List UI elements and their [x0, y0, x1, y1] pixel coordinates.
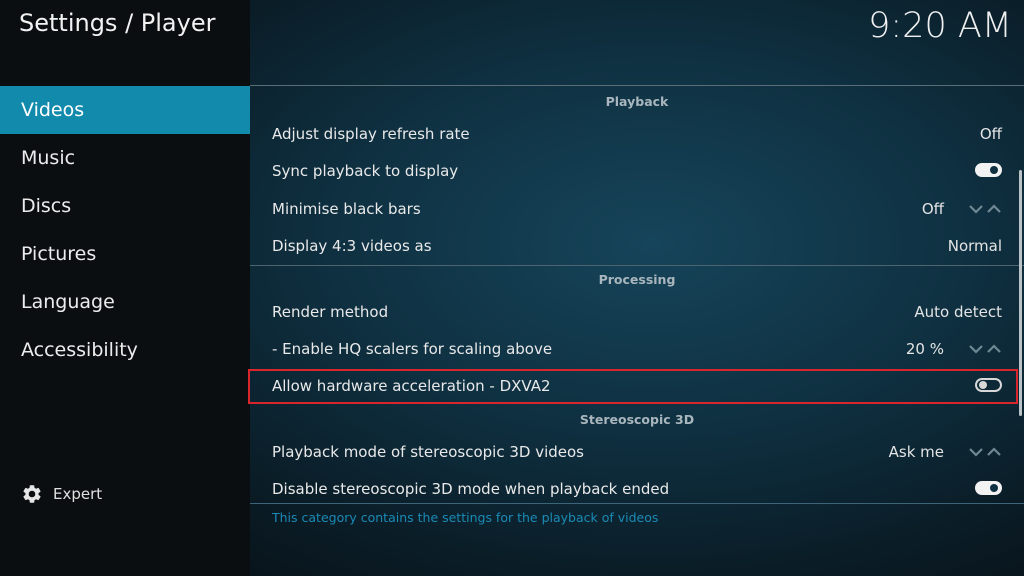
- section-header-stereoscopic: Stereoscopic 3D: [579, 412, 695, 427]
- setting-label: Minimise black bars: [272, 200, 421, 218]
- category-description: This category contains the settings for …: [272, 510, 659, 525]
- spinner-arrows-icon[interactable]: [968, 342, 1002, 356]
- sidebar-item-pictures[interactable]: Pictures: [0, 230, 250, 278]
- setting-display-43[interactable]: Display 4:3 videos as Normal: [250, 228, 1024, 264]
- setting-adjust-refresh-rate[interactable]: Adjust display refresh rate Off: [250, 116, 1024, 152]
- setting-hq-scalers[interactable]: - Enable HQ scalers for scaling above 20…: [250, 331, 1024, 367]
- setting-label: Render method: [272, 303, 389, 321]
- sidebar-nav: Videos Music Discs Pictures Language Acc…: [0, 86, 250, 374]
- sidebar-item-music[interactable]: Music: [0, 134, 250, 182]
- settings-level-label: Expert: [53, 485, 103, 503]
- setting-value: Off: [979, 125, 1002, 143]
- spinner-arrows-icon[interactable]: [968, 202, 1002, 216]
- setting-value: Ask me: [888, 443, 944, 461]
- setting-sync-playback[interactable]: Sync playback to display: [250, 153, 1024, 189]
- section-header-processing: Processing: [598, 272, 676, 287]
- highlight-box: [248, 369, 1018, 404]
- setting-label: Adjust display refresh rate: [272, 125, 470, 143]
- setting-label: Playback mode of stereoscopic 3D videos: [272, 443, 584, 461]
- gear-icon: [23, 485, 41, 503]
- toggle-knob: [990, 484, 998, 492]
- section-header-playback: Playback: [605, 94, 669, 109]
- setting-value: Normal: [947, 237, 1002, 255]
- settings-level-button[interactable]: Expert: [21, 481, 102, 507]
- setting-value: Off: [921, 200, 944, 218]
- setting-label: Sync playback to display: [272, 162, 459, 180]
- setting-render-method[interactable]: Render method Auto detect: [250, 294, 1024, 330]
- setting-stereo-playback-mode[interactable]: Playback mode of stereoscopic 3D videos …: [250, 434, 1024, 470]
- toggle-switch-on[interactable]: [975, 163, 1002, 177]
- page-title: Settings / Player: [19, 9, 216, 37]
- settings-panel: 9:20 AM Playback Adjust display refresh …: [250, 0, 1024, 576]
- sidebar-item-videos[interactable]: Videos: [0, 86, 250, 134]
- setting-value: Auto detect: [914, 303, 1002, 321]
- setting-disable-stereo-on-end[interactable]: Disable stereoscopic 3D mode when playba…: [250, 471, 1024, 507]
- setting-label: Disable stereoscopic 3D mode when playba…: [272, 480, 670, 498]
- setting-value: 20 %: [905, 340, 944, 358]
- sidebar-item-accessibility[interactable]: Accessibility: [0, 326, 250, 374]
- spinner-arrows-icon[interactable]: [968, 445, 1002, 459]
- scrollbar[interactable]: [1019, 170, 1022, 416]
- toggle-knob: [990, 166, 998, 174]
- sidebar-item-language[interactable]: Language: [0, 278, 250, 326]
- sidebar: Settings / Player Videos Music Discs Pic…: [0, 0, 250, 576]
- divider: [250, 85, 1024, 86]
- sidebar-item-discs[interactable]: Discs: [0, 182, 250, 230]
- section-divider: [250, 265, 1024, 266]
- setting-minimise-black-bars[interactable]: Minimise black bars Off: [250, 191, 1024, 227]
- setting-label: - Enable HQ scalers for scaling above: [272, 340, 553, 358]
- toggle-switch-on[interactable]: [975, 481, 1002, 495]
- footer-divider: [250, 503, 1024, 504]
- setting-label: Display 4:3 videos as: [272, 237, 432, 255]
- clock: 9:20 AM: [868, 6, 1012, 46]
